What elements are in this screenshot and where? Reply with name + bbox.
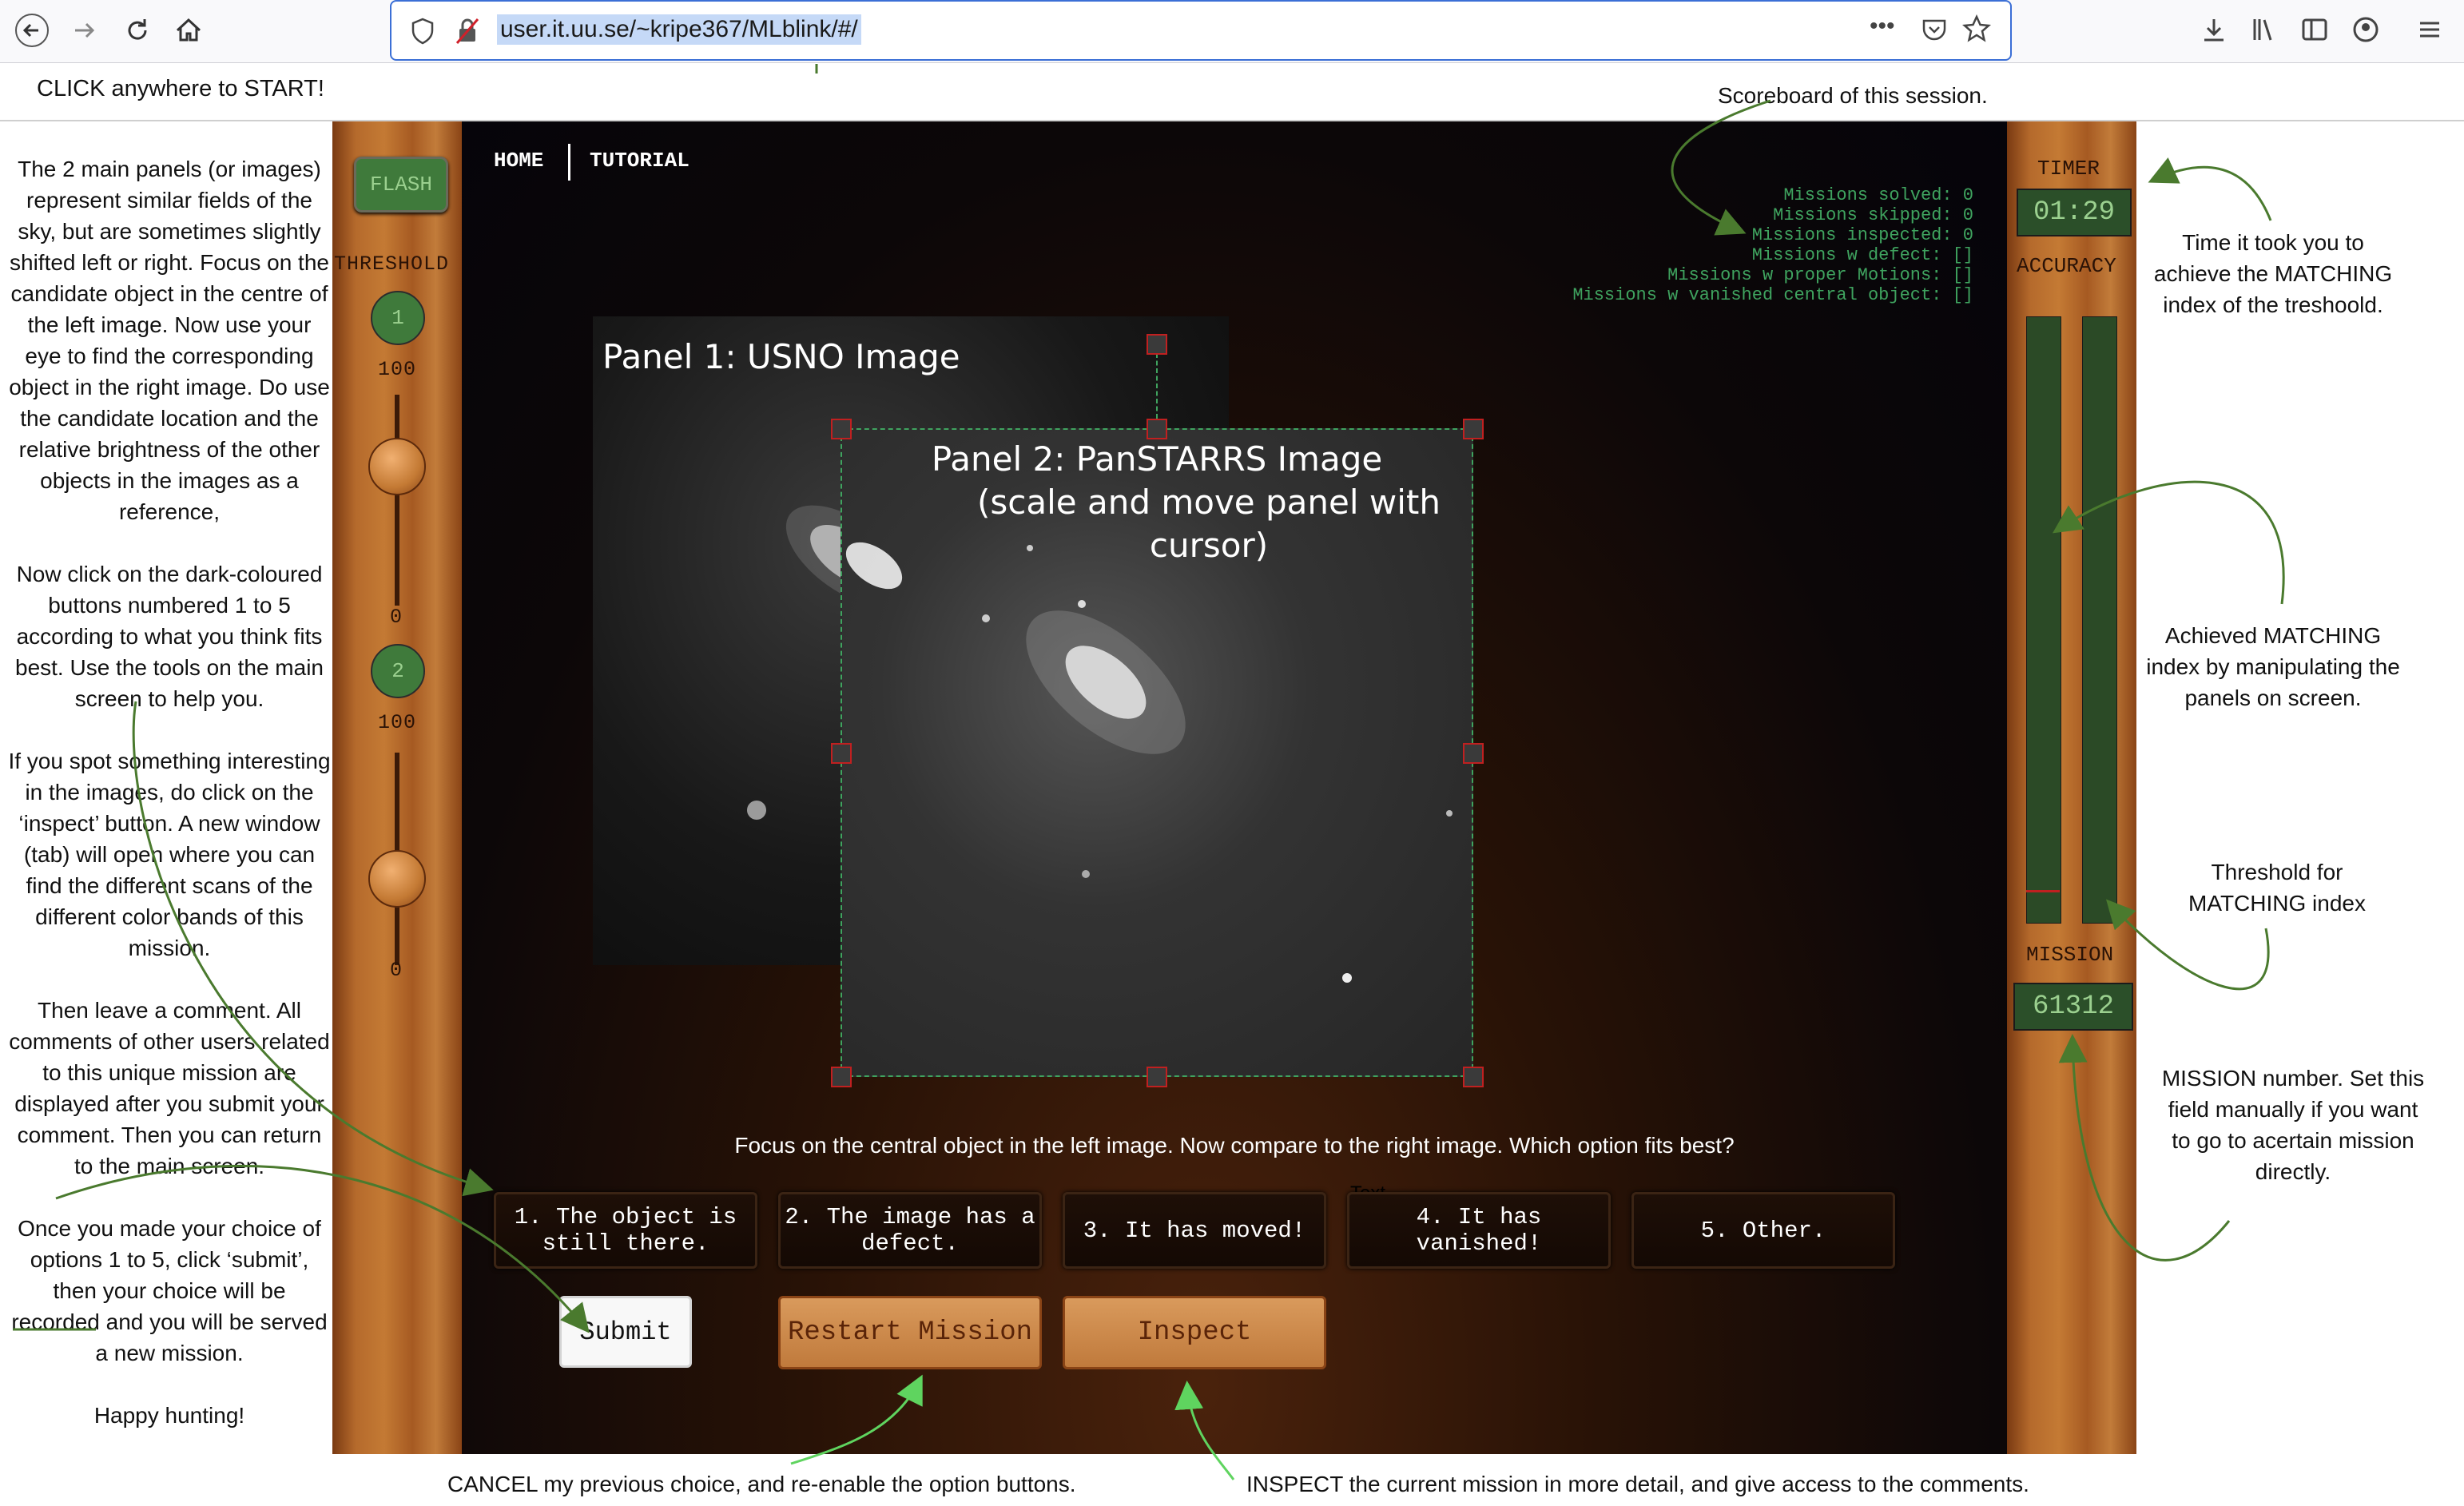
scoreboard-note: Scoreboard of this session. — [1718, 83, 1988, 108]
reload-icon[interactable] — [113, 6, 161, 54]
bookmark-star-icon[interactable] — [1961, 14, 1992, 47]
panel-1-title: Panel 1: USNO Image — [602, 337, 960, 376]
resize-handle[interactable] — [831, 419, 852, 439]
threshold-bar — [2082, 316, 2117, 924]
slider-2-max: 100 — [378, 711, 417, 734]
shield-icon[interactable] — [411, 18, 435, 49]
score-missions-solved: Missions solved: 0 — [1783, 185, 1973, 205]
slider-1-max: 100 — [378, 358, 417, 381]
address-bar[interactable]: user.it.uu.se/~kripe367/MLblink/#/ ••• — [390, 0, 2012, 61]
pocket-icon[interactable] — [1921, 16, 1948, 47]
download-icon[interactable] — [2194, 10, 2234, 50]
scoreboard: Missions solved: 0 Missions skipped: 0 M… — [1422, 185, 1973, 305]
slider-1-min: 0 — [390, 606, 403, 629]
accuracy-label: ACCURACY — [2017, 254, 2116, 278]
panel-2-title-line-2: (scale and move panel with cursor) — [977, 483, 1441, 565]
click-to-start-text: CLICK anywhere to START! — [37, 76, 324, 101]
browser-toolbar: user.it.uu.se/~kripe367/MLblink/#/ ••• — [0, 0, 2464, 63]
instruction-paragraph: Then leave a comment. All comments of ot… — [9, 998, 330, 1178]
home-icon[interactable] — [165, 6, 213, 54]
option-2-button[interactable]: 2. The image has a defect. — [778, 1192, 1042, 1269]
resize-handle[interactable] — [1463, 1067, 1484, 1087]
threshold-note: Threshold for MATCHING index — [2188, 860, 2366, 916]
accuracy-bar — [2026, 316, 2061, 924]
inspect-note: INSPECT the current mission in more deta… — [1246, 1472, 2029, 1496]
instructions-panel: The 2 main panels (or images) represent … — [8, 153, 331, 1462]
submit-button[interactable]: Submit — [559, 1296, 692, 1368]
cancel-note: CANCEL my previous choice, and re-enable… — [447, 1472, 1076, 1496]
mission-note: MISSION number. Set this field manually … — [2161, 1066, 2425, 1184]
option-5-button[interactable]: 5. Other. — [1631, 1192, 1895, 1269]
panel-2-panstarrs-image[interactable]: Panel 2: PanSTARRS Image (scale and move… — [841, 428, 1473, 1077]
mission-number-field[interactable]: 61312 — [2013, 983, 2133, 1031]
instruction-paragraph: If you spot something interesting in the… — [8, 749, 331, 960]
resize-handle[interactable] — [1463, 743, 1484, 764]
resize-handle[interactable] — [1147, 419, 1167, 439]
back-icon[interactable] — [8, 6, 56, 54]
slider-2-min: 0 — [390, 959, 403, 982]
timer-note: Time it took you to achieve the MATCHING… — [2153, 230, 2393, 317]
sidebar-icon[interactable] — [2295, 10, 2335, 50]
timer-value: 01:29 — [2017, 189, 2132, 236]
instruction-paragraph: Happy hunting! — [93, 1403, 245, 1428]
question-text: Focus on the central object in the left … — [734, 1133, 1735, 1158]
nav-divider — [568, 144, 570, 181]
resize-handle[interactable] — [831, 743, 852, 764]
threshold-marker — [2026, 890, 2060, 892]
score-missions-inspected: Missions inspected: 0 — [1751, 225, 1973, 245]
slider-2-badge: 2 — [371, 644, 425, 698]
score-missions-defect: Missions w defect: [] — [1751, 245, 1973, 265]
option-1-button[interactable]: 1. The object is still there. — [494, 1192, 757, 1269]
score-missions-vanished: Missions w vanished central object: [] — [1572, 285, 1973, 305]
panel-2-title-line-1: Panel 2: PanSTARRS Image — [931, 439, 1383, 479]
threshold-label: THRESHOLD — [334, 252, 450, 276]
score-missions-proper-motions: Missions w proper Motions: [] — [1667, 265, 1973, 285]
option-4-button[interactable]: 4. It has vanished! — [1347, 1192, 1611, 1269]
resize-handle[interactable] — [831, 1067, 852, 1087]
panel-2-title: Panel 2: PanSTARRS Image (scale and move… — [842, 438, 1472, 567]
matching-index-note: Achieved MATCHING index by manipulating … — [2146, 623, 2400, 710]
more-actions-icon[interactable]: ••• — [1870, 13, 1895, 40]
library-icon[interactable] — [2243, 10, 2283, 50]
account-icon[interactable] — [2346, 10, 2386, 50]
instruction-paragraph: Once you made your choice of options 1 t… — [11, 1216, 328, 1365]
timer-arrow — [2148, 157, 2272, 221]
resize-handle[interactable] — [1147, 1067, 1167, 1087]
insecure-lock-icon[interactable] — [455, 18, 479, 49]
slider-1-knob[interactable] — [368, 438, 426, 495]
flash-button[interactable]: FLASH — [354, 157, 448, 213]
menu-icon[interactable] — [2410, 10, 2450, 50]
slider-2-knob[interactable] — [368, 850, 426, 908]
slider-1-badge: 1 — [371, 291, 425, 345]
rotate-handle[interactable] — [1147, 334, 1167, 355]
mission-label: MISSION — [2026, 943, 2114, 967]
rotate-handle-line — [1156, 353, 1158, 419]
timer-label: TIMER — [2037, 157, 2100, 181]
instruction-paragraph: The 2 main panels (or images) represent … — [9, 157, 330, 524]
home-link[interactable]: HOME — [494, 149, 543, 173]
inspect-button[interactable]: Inspect — [1063, 1296, 1326, 1369]
restart-mission-button[interactable]: Restart Mission — [778, 1296, 1042, 1369]
forward-icon[interactable] — [61, 6, 109, 54]
option-3-button[interactable]: 3. It has moved! — [1063, 1192, 1326, 1269]
score-missions-skipped: Missions skipped: 0 — [1773, 205, 1973, 225]
instruction-paragraph: Now click on the dark-coloured buttons n… — [15, 562, 324, 711]
url-text[interactable]: user.it.uu.se/~kripe367/MLblink/#/ — [497, 14, 861, 45]
resize-handle[interactable] — [1463, 419, 1484, 439]
tutorial-link[interactable]: TUTORIAL — [590, 149, 690, 173]
slider-1-track[interactable] — [395, 395, 399, 606]
